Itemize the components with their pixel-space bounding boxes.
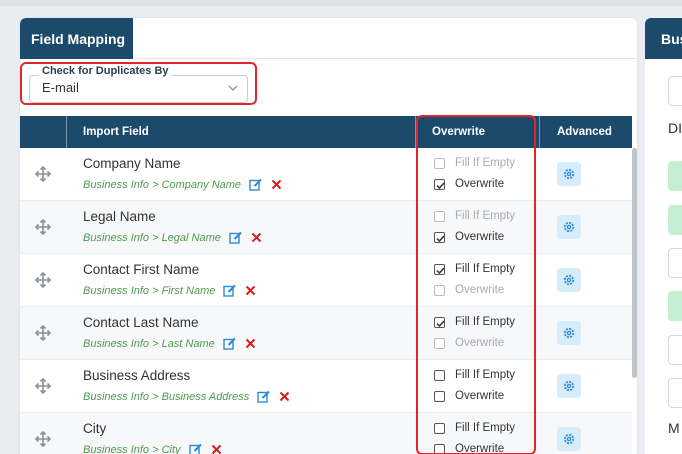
- gear-icon: [563, 327, 575, 339]
- mapped-field-path: Business Info > Business Address: [83, 390, 290, 403]
- edit-icon[interactable]: [229, 231, 242, 244]
- advanced-settings-button[interactable]: [557, 374, 581, 398]
- import-field-name: City: [83, 421, 107, 436]
- drag-move-icon[interactable]: [35, 272, 51, 288]
- gear-icon: [563, 433, 575, 445]
- drag-move-icon[interactable]: [35, 325, 51, 341]
- import-field-name: Contact Last Name: [83, 315, 199, 330]
- business-panel: Bus DI M: [645, 18, 682, 454]
- delete-x-icon[interactable]: [245, 285, 256, 296]
- grid-header: Import Field Overwrite Advanced: [20, 116, 632, 148]
- duplicates-legend: Check for Duplicates By: [39, 65, 172, 77]
- import-field-name: Contact First Name: [83, 262, 200, 277]
- business-panel-control[interactable]: [668, 248, 682, 278]
- business-panel-label: M: [668, 420, 680, 436]
- drag-move-icon[interactable]: [35, 166, 51, 182]
- header-divider: [66, 116, 67, 148]
- business-panel-green-button[interactable]: [668, 205, 682, 235]
- field-mapping-panel: Field Mapping Check for Duplicates By E-…: [20, 18, 637, 454]
- edit-icon[interactable]: [249, 178, 262, 191]
- import-field-name: Company Name: [83, 156, 181, 171]
- delete-x-icon[interactable]: [251, 232, 262, 243]
- delete-x-icon[interactable]: [271, 179, 282, 190]
- delete-x-icon[interactable]: [245, 338, 256, 349]
- gear-icon: [563, 221, 575, 233]
- edit-icon[interactable]: [188, 443, 202, 454]
- drag-move-icon[interactable]: [35, 431, 51, 447]
- advanced-settings-button[interactable]: [557, 427, 581, 451]
- gear-icon: [563, 274, 575, 286]
- advanced-settings-button[interactable]: [557, 321, 581, 345]
- advanced-settings-button[interactable]: [557, 268, 581, 292]
- drag-move-icon[interactable]: [35, 219, 51, 235]
- mapped-field-path-text: Business Info > Legal Name: [83, 231, 221, 244]
- header-import-field[interactable]: Import Field: [83, 116, 149, 148]
- import-field-name: Business Address: [83, 368, 191, 383]
- gear-icon: [563, 380, 575, 392]
- mapped-field-path: Business Info > City: [83, 443, 222, 454]
- mapped-field-path: Business Info > First Name: [83, 284, 256, 297]
- mapped-field-path-text: Business Info > Last Name: [83, 337, 215, 350]
- panel-header: Field Mapping: [20, 18, 637, 59]
- mapped-field-path: Business Info > Legal Name: [83, 231, 262, 244]
- header-divider: [539, 116, 540, 148]
- header-advanced[interactable]: Advanced: [557, 116, 612, 148]
- duplicates-selected-value[interactable]: E-mail: [42, 80, 79, 95]
- edit-icon[interactable]: [223, 337, 236, 350]
- top-strip: [0, 0, 682, 6]
- delete-x-icon[interactable]: [279, 391, 290, 402]
- overwrite-column-highlight: [416, 115, 536, 454]
- mapped-field-path: Business Info > Company Name: [83, 178, 282, 191]
- table-row: Legal Name Business Info > Legal Name Fi…: [20, 201, 632, 254]
- business-panel-control[interactable]: [668, 335, 682, 365]
- edit-icon[interactable]: [257, 390, 270, 403]
- table-row: Company Name Business Info > Company Nam…: [20, 148, 632, 201]
- business-panel-tab[interactable]: Bus: [645, 18, 682, 59]
- advanced-settings-button[interactable]: [557, 162, 581, 186]
- business-panel-control[interactable]: [668, 378, 682, 408]
- table-row: Contact First Name Business Info > First…: [20, 254, 632, 307]
- mapped-field-path-text: Business Info > Company Name: [83, 178, 242, 191]
- table-row: City Business Info > City Fill If Empty …: [20, 413, 632, 454]
- table-row: Contact Last Name Business Info > Last N…: [20, 307, 632, 360]
- mapped-field-path-text: Business Info > Business Address: [83, 390, 250, 403]
- business-panel-green-button[interactable]: [668, 161, 682, 191]
- gear-icon: [563, 168, 575, 180]
- advanced-settings-button[interactable]: [557, 215, 581, 239]
- mapped-field-path-text: Business Info > City: [83, 443, 181, 454]
- mapped-field-path-text: Business Info > First Name: [83, 284, 216, 297]
- business-panel-control[interactable]: [668, 76, 682, 106]
- business-panel-label: DI: [668, 120, 682, 136]
- drag-move-icon[interactable]: [35, 378, 51, 394]
- vertical-scrollbar[interactable]: [632, 148, 637, 378]
- panel-title-tab[interactable]: Field Mapping: [20, 18, 133, 59]
- business-panel-green-button[interactable]: [668, 291, 682, 321]
- edit-icon[interactable]: [223, 284, 237, 297]
- import-field-name: Legal Name: [83, 209, 156, 224]
- chevron-down-icon[interactable]: [227, 82, 239, 94]
- table-row: Business Address Business Info > Busines…: [20, 360, 632, 413]
- mapped-field-path: Business Info > Last Name: [83, 337, 256, 350]
- delete-x-icon[interactable]: [211, 444, 222, 454]
